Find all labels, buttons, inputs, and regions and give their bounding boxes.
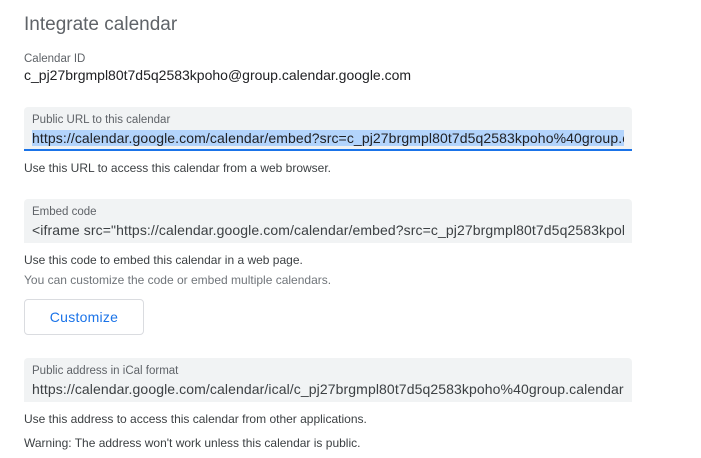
- embed-code-helper: Use this code to embed this calendar in …: [24, 253, 303, 267]
- public-url-label: Public URL to this calendar: [32, 114, 171, 126]
- embed-code-field[interactable]: Embed code <iframe src="https://calendar…: [24, 199, 632, 243]
- embed-code-label: Embed code: [32, 206, 97, 218]
- customize-button[interactable]: Customize: [24, 299, 144, 335]
- embed-code-value[interactable]: <iframe src="https://calendar.google.com…: [32, 221, 624, 239]
- ical-address-field[interactable]: Public address in iCal format https://ca…: [24, 358, 632, 402]
- public-url-selected-text[interactable]: https://calendar.google.com/calendar/emb…: [32, 130, 624, 146]
- section-title: Integrate calendar: [24, 14, 178, 35]
- ical-public-warning: Warning: The address won't work unless t…: [24, 436, 361, 450]
- public-url-value[interactable]: https://calendar.google.com/calendar/emb…: [32, 129, 624, 147]
- ical-address-label: Public address in iCal format: [32, 365, 179, 377]
- ical-helper: Use this address to access this calendar…: [24, 412, 367, 426]
- public-url-field[interactable]: Public URL to this calendar https://cale…: [24, 107, 632, 151]
- calendar-id-label: Calendar ID: [24, 53, 86, 65]
- embed-code-customize-hint: You can customize the code or embed mult…: [24, 273, 332, 287]
- ical-address-value[interactable]: https://calendar.google.com/calendar/ica…: [32, 380, 624, 398]
- calendar-id-value: c_pj27brgmpl80t7d5q2583kpoho@group.calen…: [24, 67, 412, 83]
- public-url-helper: Use this URL to access this calendar fro…: [24, 161, 332, 175]
